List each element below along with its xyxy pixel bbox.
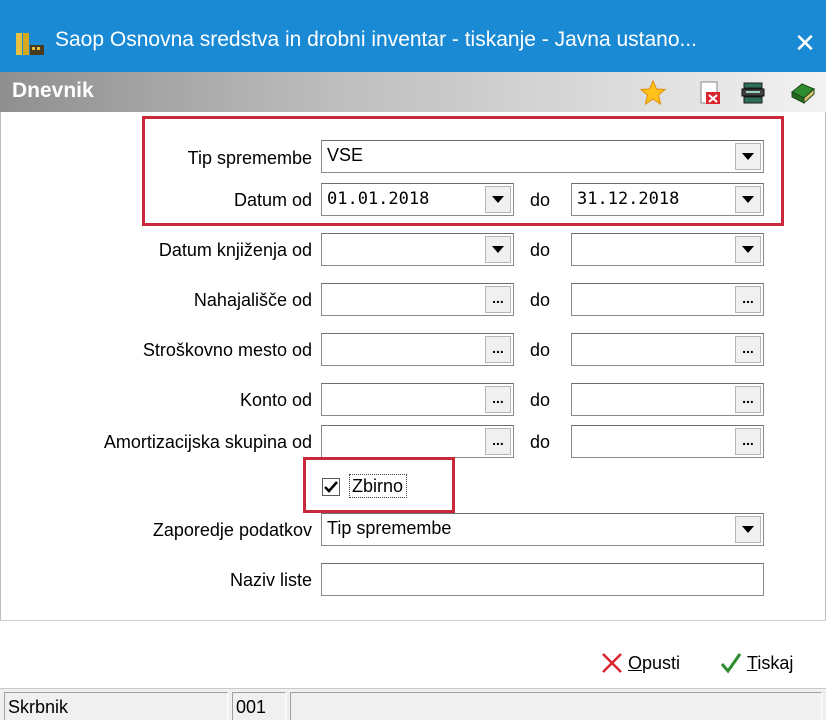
- printer-stack-icon[interactable]: [741, 80, 767, 106]
- ellipsis-button[interactable]: ...: [485, 428, 511, 455]
- amortizacijska-skupina-do-field[interactable]: ...: [571, 425, 764, 458]
- close-button[interactable]: ✕: [784, 22, 826, 64]
- konto-od-field[interactable]: ...: [321, 383, 514, 416]
- datum-knjizenja-od-field[interactable]: [321, 233, 514, 266]
- chevron-down-icon[interactable]: [485, 236, 511, 263]
- ellipsis-button[interactable]: ...: [485, 336, 511, 363]
- checkmark-icon: [720, 653, 742, 674]
- ellipsis-button[interactable]: ...: [735, 286, 761, 313]
- stroskovno-mesto-od-field[interactable]: ...: [321, 333, 514, 366]
- stroskovno-mesto-do-label: do: [530, 340, 551, 360]
- ellipsis-button[interactable]: ...: [735, 428, 761, 455]
- tiskaj-button[interactable]: Tiskaj: [719, 649, 793, 677]
- footer-divider: [0, 620, 826, 621]
- datum-knjizenja-label: Datum knjiženja od: [158, 240, 312, 260]
- nahajalisce-do-label: do: [530, 290, 551, 310]
- naziv-liste-label: Naziv liste: [229, 570, 312, 590]
- ellipsis-button[interactable]: ...: [485, 286, 511, 313]
- ellipsis-button[interactable]: ...: [485, 386, 511, 413]
- section-header: Dnevnik: [0, 72, 826, 112]
- pdf-export-icon[interactable]: [697, 80, 723, 106]
- datum-knjizenja-do-field[interactable]: [571, 233, 764, 266]
- stroskovno-mesto-label: Stroškovno mesto od: [142, 340, 312, 360]
- book-icon[interactable]: [790, 80, 816, 106]
- konto-do-field[interactable]: ...: [571, 383, 764, 416]
- amortizacijska-skupina-od-field[interactable]: ...: [321, 425, 514, 458]
- status-user: Skrbnik: [4, 692, 228, 720]
- nahajalisce-od-field[interactable]: ...: [321, 283, 514, 316]
- section-title: Dnevnik: [12, 79, 94, 102]
- star-icon[interactable]: [640, 80, 666, 106]
- status-extra: [290, 692, 822, 720]
- highlight-box-zbirno: [303, 457, 455, 513]
- zaporedje-podatkov-select[interactable]: Tip spremembe: [321, 513, 764, 546]
- opusti-button[interactable]: Opusti: [600, 649, 680, 677]
- window-title: Saop Osnovna sredstva in drobni inventar…: [55, 28, 698, 51]
- ellipsis-button[interactable]: ...: [735, 336, 761, 363]
- app-folder-icon: [16, 33, 44, 55]
- cancel-x-icon: [602, 653, 622, 673]
- nahajalisce-do-field[interactable]: ...: [571, 283, 764, 316]
- chevron-down-icon[interactable]: [735, 236, 761, 263]
- datum-knjizenja-do-label: do: [530, 240, 551, 260]
- naziv-liste-input[interactable]: [321, 563, 764, 596]
- amortizacijska-skupina-label: Amortizacijska skupina od: [103, 432, 312, 452]
- close-icon: ✕: [794, 28, 816, 58]
- status-bar: Skrbnik 001: [0, 688, 826, 720]
- highlight-box-dates: [142, 116, 784, 226]
- window-titlebar: Saop Osnovna sredstva in drobni inventar…: [0, 0, 826, 72]
- konto-label: Konto od: [239, 390, 312, 410]
- ellipsis-button[interactable]: ...: [735, 386, 761, 413]
- status-code: 001: [232, 692, 286, 720]
- stroskovno-mesto-do-field[interactable]: ...: [571, 333, 764, 366]
- zaporedje-podatkov-label: Zaporedje podatkov: [152, 520, 312, 540]
- nahajalisce-label: Nahajališče od: [193, 290, 312, 310]
- amortizacijska-skupina-do-label: do: [530, 432, 551, 452]
- konto-do-label: do: [530, 390, 551, 410]
- chevron-down-icon[interactable]: [735, 516, 761, 543]
